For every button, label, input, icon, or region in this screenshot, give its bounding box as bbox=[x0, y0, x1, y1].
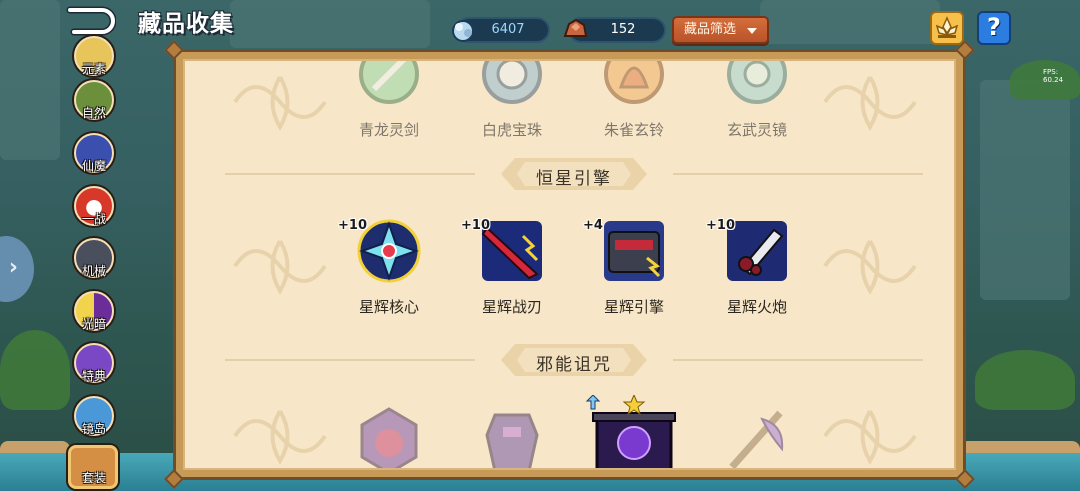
ore-currency[interactable]: 152 bbox=[563, 17, 666, 43]
sidebar-item-label: 特典 bbox=[81, 369, 106, 383]
sidebar-item-nature[interactable]: 自然 bbox=[72, 80, 116, 128]
ore-icon bbox=[563, 18, 588, 37]
black-tortoise-mirror-icon bbox=[727, 61, 787, 104]
item-level: +4 bbox=[583, 218, 603, 233]
filter-label: 藏品筛选 bbox=[684, 22, 737, 37]
collection-panel: 青龙灵剑 白虎宝珠 朱雀玄铃 玄武灵镜 恒星引擎 +10 星辉核心 +10 星辉… bbox=[164, 40, 975, 489]
item-name: 星辉火炮 bbox=[726, 298, 787, 316]
ornament-pattern bbox=[823, 409, 917, 465]
collection-item[interactable] bbox=[702, 405, 812, 468]
collection-item[interactable]: 朱雀玄铃 bbox=[579, 61, 689, 149]
sidebar-item-set[interactable]: 套装 bbox=[68, 445, 118, 491]
sidebar-item-mirror-isle[interactable]: 镜岛 bbox=[72, 396, 116, 444]
item-name: 星辉战刃 bbox=[481, 298, 542, 316]
sidebar-item-label: 自然 bbox=[81, 106, 106, 120]
ornament-pattern bbox=[233, 409, 327, 465]
gem-currency[interactable]: 6407 bbox=[452, 17, 550, 43]
ornament-pattern bbox=[823, 75, 917, 131]
fel-orb-icon bbox=[360, 407, 418, 468]
item-level: +10 bbox=[706, 218, 735, 233]
fel-scythe-icon bbox=[729, 410, 784, 468]
sidebar-item-label: 光暗 bbox=[81, 317, 106, 331]
ruin-stone bbox=[230, 0, 430, 48]
white-tiger-orb-icon bbox=[482, 61, 542, 104]
sidebar-item-label: 一战 bbox=[81, 212, 106, 226]
help-button[interactable]: ? bbox=[977, 11, 1011, 45]
divider bbox=[225, 173, 475, 175]
sidebar-item-label: 机械 bbox=[81, 264, 106, 278]
divider bbox=[673, 173, 923, 175]
star-engine-icon bbox=[604, 221, 664, 281]
collection-item[interactable]: +10 星辉火炮 bbox=[702, 216, 812, 326]
vermilion-bird-bell-icon bbox=[604, 61, 664, 104]
sidebar-item-label: 元素 bbox=[81, 62, 106, 76]
item-level: +10 bbox=[461, 218, 490, 233]
fel-armor-icon bbox=[485, 413, 539, 468]
back-button[interactable] bbox=[64, 6, 117, 36]
sidebar-item-label: 仙魔 bbox=[81, 159, 106, 173]
page-title: 藏品收集 bbox=[138, 11, 234, 37]
section-title: 邪能诅咒 bbox=[536, 355, 612, 375]
collection-item[interactable] bbox=[457, 405, 567, 468]
chevron-right-icon: › bbox=[8, 255, 18, 280]
collection-item[interactable] bbox=[334, 405, 444, 468]
collection-item[interactable] bbox=[579, 395, 689, 468]
sidebar-item-mech[interactable]: 机械 bbox=[72, 238, 116, 286]
azure-dragon-sword-icon bbox=[359, 61, 419, 104]
section-header-stellar-engine: 恒星引擎 bbox=[185, 154, 954, 194]
collection-item[interactable]: 白虎宝珠 bbox=[457, 61, 567, 149]
sidebar-item-element[interactable]: 元素 bbox=[72, 36, 116, 84]
foliage bbox=[0, 330, 70, 410]
item-name: 星辉核心 bbox=[358, 298, 419, 316]
ornament-pattern bbox=[823, 239, 917, 295]
item-level: +10 bbox=[338, 218, 367, 233]
collection-filter-button[interactable]: 藏品筛选 bbox=[672, 16, 769, 44]
collection-item[interactable]: +4 星辉引擎 bbox=[579, 216, 689, 326]
collection-item[interactable]: 玄武灵镜 bbox=[702, 61, 812, 149]
fps-counter: FPS: 60.24 bbox=[1043, 68, 1064, 84]
ruin-stone bbox=[760, 0, 940, 44]
sidebar-item-immortal-demon[interactable]: 仙魔 bbox=[72, 133, 116, 181]
item-name: 青龙灵剑 bbox=[358, 121, 419, 139]
foliage bbox=[975, 350, 1075, 410]
collection-item[interactable]: 青龙灵剑 bbox=[334, 61, 444, 149]
back-arrow-icon bbox=[66, 6, 117, 36]
sidebar-item-special[interactable]: 特典 bbox=[72, 343, 116, 391]
divider bbox=[225, 359, 475, 361]
ornament-pattern bbox=[233, 239, 327, 295]
item-name: 玄武灵镜 bbox=[726, 121, 787, 139]
lotus-shop-icon bbox=[935, 16, 959, 38]
collection-item[interactable]: +10 星辉核心 bbox=[334, 216, 444, 326]
collection-item[interactable]: +10 星辉战刃 bbox=[457, 216, 567, 326]
section-title: 恒星引擎 bbox=[536, 169, 612, 189]
chevron-down-icon bbox=[747, 28, 757, 34]
collection-list[interactable]: 青龙灵剑 白虎宝珠 朱雀玄铃 玄武灵镜 恒星引擎 +10 星辉核心 +10 星辉… bbox=[183, 59, 956, 470]
sidebar-item-label: 套装 bbox=[81, 471, 106, 485]
item-name: 白虎宝珠 bbox=[481, 121, 542, 139]
crystal-icon bbox=[452, 20, 474, 42]
lotus-shop-button[interactable] bbox=[930, 11, 964, 45]
sidebar-item-first-battle[interactable]: 一战 bbox=[72, 186, 116, 234]
section-header-fel-curse: 邪能诅咒 bbox=[185, 340, 954, 380]
sidebar-item-label: 镜岛 bbox=[81, 422, 106, 436]
ornament-pattern bbox=[233, 75, 327, 131]
item-name: 朱雀玄铃 bbox=[603, 121, 664, 139]
item-name: 星辉引擎 bbox=[603, 298, 664, 316]
sidebar-item-light-dark[interactable]: 光暗 bbox=[72, 291, 116, 339]
ruin-pillar bbox=[0, 0, 60, 160]
ruin-pillar bbox=[980, 80, 1070, 300]
divider bbox=[673, 359, 923, 361]
fel-altar-icon bbox=[585, 395, 676, 468]
